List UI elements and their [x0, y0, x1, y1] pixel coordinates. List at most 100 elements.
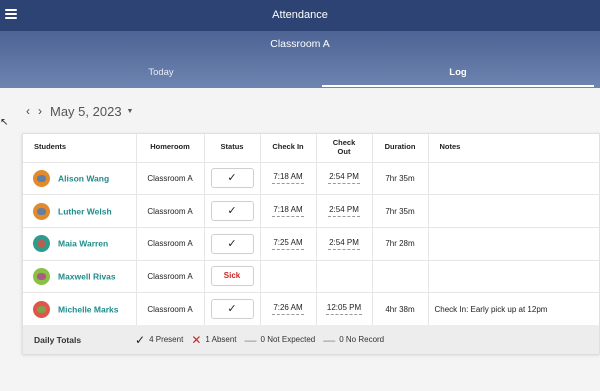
not-expected-total: — 0 Not Expected [245, 333, 316, 347]
status-present-button[interactable]: ✓ [210, 299, 254, 320]
status-cell: ✓ [204, 194, 261, 228]
check-out-cell: 12:05 PM [316, 292, 373, 326]
table-row: Maia Warren Classroom A ✓ 7:25 AM 2:54 P… [23, 227, 600, 261]
check-in-cell: 7:25 AM [260, 227, 317, 261]
duration-cell [372, 260, 429, 294]
header-status[interactable]: Status [204, 134, 261, 163]
not-expected-count: 0 Not Expected [260, 335, 316, 344]
check-out-cell: 2:54 PM [316, 162, 373, 196]
table-row: Michelle Marks Classroom A ✓ 7:26 AM 12:… [23, 292, 600, 326]
absent-count: 1 Absent [205, 335, 237, 344]
check-out-cell [316, 260, 373, 294]
x-icon: ✕ [191, 332, 202, 347]
student-name[interactable]: Maia Warren [58, 239, 108, 249]
avatar [33, 300, 50, 318]
student-cell: Maia Warren [23, 227, 137, 261]
check-in-time[interactable]: 7:18 AM [272, 172, 304, 185]
mouse-cursor-icon: ↖ [0, 117, 9, 128]
classroom-title: Classroom A [270, 38, 330, 50]
present-total: ✓ 4 Present [135, 333, 183, 347]
table-row: Alison Wang Classroom A ✓ 7:18 AM 2:54 P… [23, 162, 600, 196]
next-date-icon[interactable]: › [34, 104, 46, 118]
student-cell: Maxwell Rivas [23, 260, 137, 294]
check-out-cell: 2:54 PM [316, 227, 373, 261]
prev-date-icon[interactable]: ‹ [22, 104, 34, 118]
check-icon: ✓ [135, 332, 146, 347]
app-title: Attendance [272, 9, 328, 21]
header-students[interactable]: Students [23, 134, 137, 163]
homeroom-cell: Classroom A [136, 260, 205, 294]
status-cell: Sick [204, 260, 261, 294]
header-notes[interactable]: Notes [428, 134, 600, 163]
check-in-cell: 7:18 AM [260, 162, 317, 196]
header-check-in[interactable]: Check In [260, 134, 317, 163]
present-count: 4 Present [149, 335, 184, 344]
duration-cell: 7hr 35m [372, 194, 429, 228]
classroom-header: Classroom A Today Log [0, 31, 600, 88]
header-duration[interactable]: Duration [372, 134, 429, 163]
student-name[interactable]: Maxwell Rivas [58, 271, 116, 281]
student-name[interactable]: Alison Wang [58, 173, 109, 183]
date-navigator: ‹ › May 5, 2023 ▼ [22, 102, 133, 120]
no-record-count: 0 No Record [339, 335, 385, 344]
chevron-down-icon[interactable]: ▼ [127, 108, 134, 115]
table-header-row: Students Homeroom Status Check In Check … [23, 134, 600, 163]
student-cell: Luther Welsh [23, 194, 137, 228]
tab-log[interactable]: Log [322, 61, 594, 88]
student-name[interactable]: Luther Welsh [58, 206, 112, 216]
table-row: Luther Welsh Classroom A ✓ 7:18 AM 2:54 … [23, 194, 600, 228]
homeroom-cell: Classroom A [136, 162, 205, 196]
duration-cell: 7hr 28m [372, 227, 429, 261]
student-cell: Michelle Marks [23, 292, 137, 326]
status-sick-button[interactable]: Sick [210, 266, 254, 287]
header-homeroom[interactable]: Homeroom [136, 134, 205, 163]
student-cell: Alison Wang [23, 162, 137, 196]
check-out-time[interactable]: 2:54 PM [328, 238, 360, 250]
check-in-cell [260, 260, 317, 294]
avatar [33, 235, 50, 253]
tab-today[interactable]: Today [0, 61, 322, 88]
dash-icon: — [244, 332, 257, 347]
attendance-table-card: Students Homeroom Status Check In Check … [22, 133, 600, 354]
avatar [33, 202, 50, 220]
daily-totals-label: Daily Totals [34, 334, 82, 345]
avatar [33, 169, 50, 187]
check-in-time[interactable]: 7:26 AM [272, 303, 304, 316]
notes-cell [428, 194, 600, 228]
attendance-table: Students Homeroom Status Check In Check … [23, 134, 600, 326]
notes-cell [428, 162, 600, 196]
check-in-cell: 7:26 AM [260, 292, 317, 326]
date-selector[interactable]: May 5, 2023 [50, 104, 122, 119]
app-header: Attendance [0, 0, 600, 31]
status-cell: ✓ [204, 162, 261, 196]
duration-cell: 7hr 35m [372, 162, 429, 196]
student-name[interactable]: Michelle Marks [58, 304, 118, 314]
notes-cell [428, 227, 600, 261]
check-out-time[interactable]: 2:54 PM [328, 205, 360, 218]
check-in-cell: 7:18 AM [260, 194, 317, 228]
homeroom-cell: Classroom A [136, 292, 205, 326]
dash-icon: — [323, 332, 336, 347]
homeroom-cell: Classroom A [136, 194, 205, 228]
status-cell: ✓ [204, 227, 261, 261]
check-out-time[interactable]: 2:54 PM [328, 172, 360, 185]
status-present-button[interactable]: ✓ [210, 233, 254, 254]
status-cell: ✓ [204, 292, 261, 326]
avatar [33, 267, 50, 285]
active-tab-indicator [322, 85, 594, 87]
header-check-out[interactable]: Check Out [316, 134, 373, 163]
status-present-button[interactable]: ✓ [210, 201, 254, 222]
notes-cell [428, 260, 600, 294]
notes-cell: Check In: Early pick up at 12pm [428, 292, 600, 326]
table-row: Maxwell Rivas Classroom A Sick [23, 260, 600, 294]
check-in-time[interactable]: 7:18 AM [272, 205, 304, 218]
duration-cell: 4hr 38m [372, 292, 429, 326]
check-in-time[interactable]: 7:25 AM [272, 238, 304, 250]
homeroom-cell: Classroom A [136, 227, 205, 261]
no-record-total: — 0 No Record [323, 333, 384, 347]
status-present-button[interactable]: ✓ [210, 168, 254, 189]
check-out-cell: 2:54 PM [316, 194, 373, 228]
check-out-time[interactable]: 12:05 PM [325, 303, 363, 316]
absent-total: ✕ 1 Absent [191, 333, 236, 347]
daily-totals-row: Daily Totals ✓ 4 Present ✕ 1 Absent — 0 … [23, 325, 599, 354]
